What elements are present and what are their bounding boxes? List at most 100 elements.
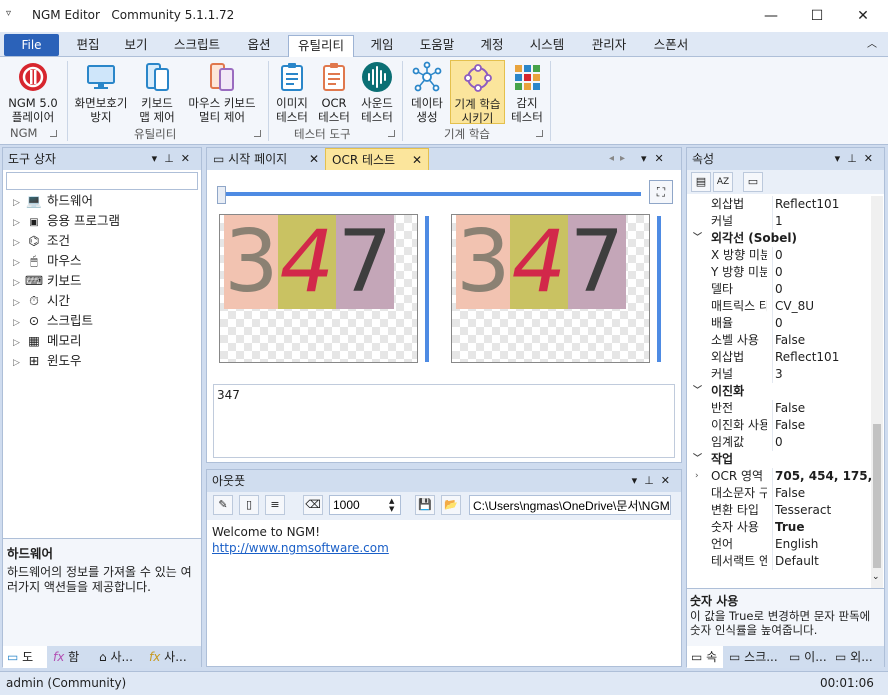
property-row[interactable]: 숫자 사용 True — [687, 519, 873, 536]
tab-external[interactable]: ▭ 외... — [831, 646, 883, 668]
property-value[interactable]: 0 — [772, 264, 872, 281]
result-image-panel[interactable]: 3 4 7 — [451, 214, 650, 363]
menu-help[interactable]: 도움말 — [412, 35, 462, 57]
tab-script[interactable]: ▭ 스크... — [725, 646, 783, 668]
tab-properties[interactable]: ▭ 속 — [687, 646, 723, 668]
close-icon[interactable]: ✕ — [412, 149, 422, 171]
detect-tester-button[interactable]: 감지 테스터 — [507, 61, 547, 124]
property-row[interactable]: 커널 1 — [687, 213, 873, 230]
property-row[interactable]: › OCR 영역 705, 454, 175, 5 — [687, 468, 873, 485]
tree-item-condition[interactable]: ▷ ⌬ 조건 — [13, 231, 70, 251]
property-value[interactable]: 705, 454, 175, 5 — [772, 468, 872, 485]
menu-admin[interactable]: 관리자 — [584, 35, 634, 57]
multi-control-button[interactable]: 마우스 키보드 멀티 제어 — [182, 61, 262, 124]
tree-item-application[interactable]: ▷ ▣ 응용 프로그램 — [13, 211, 120, 231]
menu-system[interactable]: 시스템 — [522, 35, 572, 57]
sort-alpha-icon[interactable]: AZ — [713, 172, 733, 192]
close-icon[interactable]: ✕ — [840, 0, 886, 32]
menu-options[interactable]: 옵션 — [240, 35, 278, 57]
tree-item-window[interactable]: ▷ ⊞ 윈도우 — [13, 351, 82, 371]
property-row[interactable]: 커널 3 — [687, 366, 873, 383]
dropdown-icon[interactable]: ▾ — [835, 152, 848, 165]
property-value[interactable]: Reflect101 — [772, 349, 872, 366]
menu-account[interactable]: 계정 — [474, 35, 510, 57]
tab-user-functions[interactable]: fx 사... — [145, 646, 201, 668]
property-row[interactable]: 이진화 사용 False — [687, 417, 873, 434]
tab-scroll-icons[interactable]: ◂▸ — [609, 148, 631, 170]
pin-icon[interactable]: ⊥ — [644, 474, 661, 487]
property-row[interactable]: 매트릭스 타입 CV_8U — [687, 298, 873, 315]
property-row[interactable]: Y 방향 미분 0 — [687, 264, 873, 281]
property-pages-icon[interactable]: ▭ — [743, 172, 763, 192]
property-row[interactable]: 외삽법 Reflect101 — [687, 196, 873, 213]
tab-start-page[interactable]: ▭ 시작 페이지 ✕ — [209, 149, 323, 170]
tree-item-memory[interactable]: ▷ ▦ 메모리 — [13, 331, 82, 351]
menu-sponsor[interactable]: 스폰서 — [646, 35, 696, 57]
ml-train-button[interactable]: 기계 학습 시키기 — [450, 60, 505, 125]
output-link[interactable]: http://www.ngmsoftware.com — [212, 540, 389, 556]
property-scrollbar[interactable]: ⌄ — [871, 196, 883, 588]
minimize-icon[interactable]: — — [748, 0, 794, 32]
property-value[interactable]: Reflect101 — [772, 196, 872, 213]
group-utility-launcher-icon[interactable] — [254, 130, 261, 137]
sound-tester-button[interactable]: 사운드 테스터 — [356, 61, 398, 124]
property-scrollbar-thumb[interactable] — [873, 424, 881, 568]
file-menu[interactable]: File — [4, 34, 59, 56]
tab-menu-icons[interactable]: ▾✕ — [641, 148, 672, 170]
dropdown-icon[interactable]: ▾ — [152, 152, 165, 165]
tab-user[interactable]: ⌂ 사... — [95, 646, 143, 668]
collapse-icon[interactable]: ﹀ — [693, 230, 702, 247]
source-vertical-slider[interactable] — [425, 216, 429, 362]
property-row[interactable]: 배율 0 — [687, 315, 873, 332]
close-icon[interactable]: ✕ — [864, 152, 880, 165]
log-path-input[interactable] — [469, 495, 671, 515]
dropdown-icon[interactable]: ▾ — [632, 474, 645, 487]
scroll-down-icon[interactable]: ⌄ — [872, 572, 880, 582]
close-icon[interactable]: ✕ — [181, 152, 197, 165]
property-row[interactable]: 대소문자 구분 False — [687, 485, 873, 502]
property-value[interactable]: False — [772, 400, 872, 417]
property-value[interactable]: False — [772, 417, 872, 434]
collapse-icon[interactable]: ﹀ — [693, 451, 702, 468]
zoom-slider-track[interactable] — [217, 192, 641, 196]
property-value[interactable]: 0 — [772, 281, 872, 298]
menu-view[interactable]: 보기 — [118, 35, 154, 57]
property-value[interactable]: 0 — [772, 315, 872, 332]
close-icon[interactable]: ✕ — [309, 149, 319, 170]
property-grid[interactable]: 외삽법 Reflect101 커널 1 ﹀ 외각선 (Sobel) X 방향 미분 0 Y 방향… — [687, 196, 873, 588]
line-count-spinner[interactable]: ▲ ▼ — [389, 497, 394, 513]
collapse-ribbon-icon[interactable]: ︿ — [862, 35, 882, 57]
tab-image[interactable]: ▭ 이... — [785, 646, 829, 668]
property-row[interactable]: 임계값 0 — [687, 434, 873, 451]
property-category[interactable]: ﹀ 이진화 — [687, 383, 873, 400]
group-ml-launcher-icon[interactable] — [536, 130, 543, 137]
property-value[interactable]: 3 — [772, 366, 872, 383]
folder-icon[interactable]: 📂 — [441, 495, 461, 515]
group-ngm-launcher-icon[interactable] — [50, 130, 57, 137]
system-menu-icon[interactable]: ▿ — [6, 8, 11, 19]
expand-icon[interactable]: › — [695, 468, 699, 485]
wrap-lines-icon[interactable]: ≡ — [265, 495, 285, 515]
property-row[interactable]: 테서랙트 엔진 Default — [687, 553, 873, 570]
ngm-player-button[interactable]: NGM 5.0 플레이어 — [4, 61, 62, 124]
tree-item-hardware[interactable]: ▷ 💻 하드웨어 — [13, 191, 93, 211]
property-value[interactable]: 1 — [772, 213, 872, 230]
property-row[interactable]: 외삽법 Reflect101 — [687, 349, 873, 366]
property-row[interactable]: 반전 False — [687, 400, 873, 417]
ocr-result-box[interactable]: 347 — [213, 384, 675, 458]
property-category[interactable]: ﹀ 외각선 (Sobel) — [687, 230, 873, 247]
data-generate-button[interactable]: 데이타 생성 — [406, 61, 448, 124]
property-value[interactable]: False — [772, 485, 872, 502]
property-row[interactable]: 언어 English — [687, 536, 873, 553]
categorized-icon[interactable]: ▤ — [691, 172, 711, 192]
menu-game[interactable]: 게임 — [364, 35, 400, 57]
toolbox-search-input[interactable] — [6, 172, 198, 190]
property-value[interactable]: 0 — [772, 247, 872, 264]
tab-functions[interactable]: fx 함 — [49, 646, 93, 668]
property-row[interactable]: X 방향 미분 0 — [687, 247, 873, 264]
tree-item-time[interactable]: ▷ ⏱ 시간 — [13, 291, 70, 311]
property-value[interactable]: Default — [772, 553, 872, 570]
property-category[interactable]: ﹀ 작업 — [687, 451, 873, 468]
save-icon[interactable]: 💾 — [415, 495, 435, 515]
property-row[interactable]: 소벨 사용 False — [687, 332, 873, 349]
